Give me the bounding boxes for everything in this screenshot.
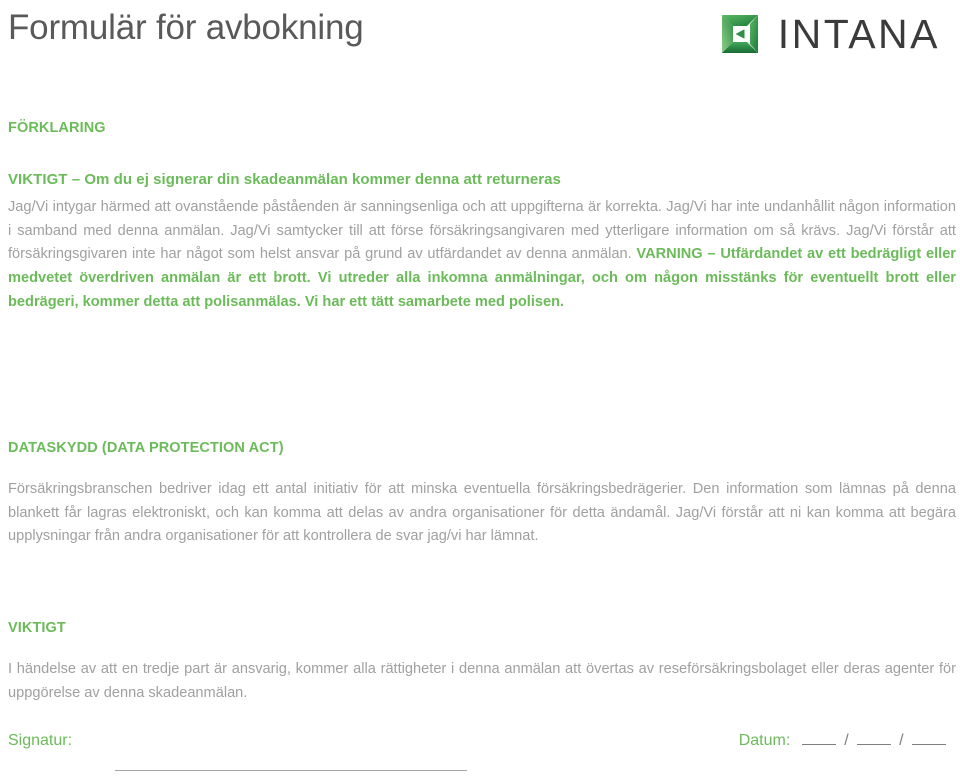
date-day-slot[interactable] xyxy=(802,732,837,745)
forklaring-body: Jag/Vi intygar härmed att ovanstående på… xyxy=(6,196,960,314)
dataskydd-body: Försäkringsbranschen bedriver idag ett a… xyxy=(8,481,956,545)
brand-logo: INTANA xyxy=(714,6,954,60)
viktigt-body: I händelse av att en tredje part är ansv… xyxy=(8,661,956,701)
date-label: Datum: xyxy=(738,732,791,749)
date-month-slot[interactable] xyxy=(857,732,892,745)
signature-input-line[interactable] xyxy=(115,770,467,771)
page-title: Formulär för avbokning xyxy=(8,8,364,47)
date-field-group: Datum: / / xyxy=(739,732,946,750)
section-heading-forklaring: FÖRKLARING xyxy=(8,120,106,136)
date-slots: / / xyxy=(802,732,946,750)
signature-footer: Signatur: Datum: / / xyxy=(0,726,960,776)
section-heading-viktigt: VIKTIGT xyxy=(8,620,66,636)
date-separator-1: / xyxy=(844,732,850,749)
section-heading-dataskydd: DATASKYDD (DATA PROTECTION ACT) xyxy=(8,440,284,456)
date-separator-2: / xyxy=(899,732,905,749)
document-page: Formulär för avbokning INTANA FÖRKLARING… xyxy=(0,0,960,776)
intana-logo-mark-icon xyxy=(714,8,766,60)
date-year-slot[interactable] xyxy=(912,732,946,745)
document-header: Formulär för avbokning INTANA xyxy=(6,0,954,76)
brand-wordmark: INTANA xyxy=(777,10,940,57)
forklaring-lead-line: VIKTIGT – Om du ej signerar din skadeanm… xyxy=(8,171,561,188)
signature-label: Signatur: xyxy=(8,732,73,749)
